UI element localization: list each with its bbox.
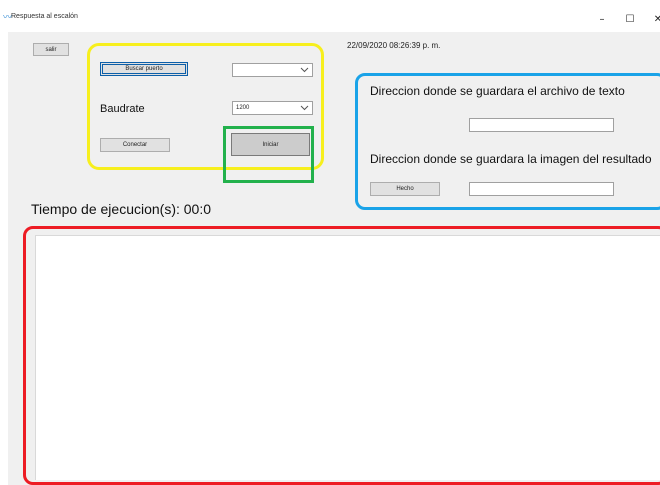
port-combo[interactable] (232, 63, 313, 77)
chevron-down-icon (300, 67, 309, 73)
dir-texto-label: Direccion donde se guardara el archivo d… (370, 84, 625, 98)
minimize-icon[interactable]: – (594, 14, 610, 26)
dir-texto-field[interactable] (469, 118, 614, 132)
title-bar[interactable]: 〰 Respuesta al escalón – ☐ ✕ (0, 0, 660, 32)
dir-imagen-field[interactable] (469, 182, 614, 196)
dir-texto-value (470, 127, 472, 134)
buscar-puerto-button[interactable]: Buscar puerto (100, 62, 188, 76)
window-title: Respuesta al escalón (11, 13, 78, 20)
chevron-down-icon (300, 105, 309, 111)
result-panel[interactable] (35, 235, 660, 480)
baudrate-combo[interactable]: 1200 (232, 101, 313, 115)
iniciar-button[interactable]: Iniciar (231, 133, 310, 156)
tiempo-ejecucion-label: Tiempo de ejecucion(s): 00:0 (31, 201, 212, 217)
dir-imagen-value (470, 191, 472, 198)
dir-imagen-label: Direccion donde se guardara la imagen de… (370, 152, 652, 166)
hecho-button[interactable]: Hecho (370, 182, 440, 196)
baudrate-label: Baudrate (100, 103, 145, 115)
maximize-icon[interactable]: ☐ (622, 14, 638, 26)
conectar-button[interactable]: Conectar (100, 138, 170, 152)
salir-button[interactable]: salir (33, 43, 69, 56)
timestamp-label: 22/09/2020 08:26:39 p. m. (347, 41, 441, 50)
baudrate-combo-value: 1200 (236, 105, 250, 111)
close-icon[interactable]: ✕ (650, 14, 660, 26)
